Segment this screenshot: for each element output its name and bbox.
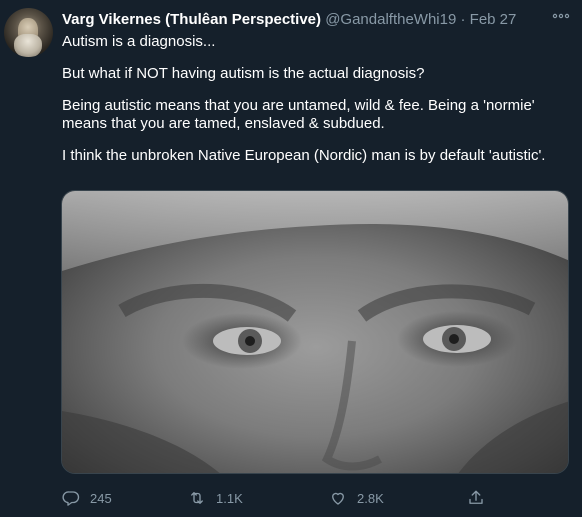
- tweet-photo[interactable]: [61, 190, 569, 474]
- handle[interactable]: @GandalftheWhi19: [325, 11, 456, 28]
- photo-face-closeup: [62, 191, 568, 473]
- tweet-paragraph: Being autistic means that you are untame…: [62, 97, 535, 132]
- heart-icon: [332, 492, 344, 505]
- tweet-text: Autism is a diagnosis... But what if NOT…: [62, 33, 567, 179]
- tweet-paragraph: But what if NOT having autism is the act…: [62, 65, 425, 82]
- avatar-beard: [14, 34, 42, 57]
- more-icon[interactable]: [552, 10, 570, 22]
- tweet[interactable]: Varg Vikernes (Thulêan Perspective) @Gan…: [0, 0, 582, 517]
- reply-count: 245: [90, 490, 112, 506]
- tweet-date[interactable]: Feb 27: [470, 11, 517, 28]
- share-icon: [469, 490, 483, 504]
- retweet-button[interactable]: 1.1K: [188, 487, 243, 509]
- share-button[interactable]: [467, 487, 495, 509]
- display-name[interactable]: Varg Vikernes (Thulêan Perspective): [62, 11, 321, 28]
- avatar[interactable]: [4, 8, 53, 57]
- separator: ·: [460, 11, 466, 28]
- reply-icon: [62, 491, 80, 506]
- retweet-count: 1.1K: [216, 490, 243, 506]
- tweet-paragraph: I think the unbroken Native European (No…: [62, 147, 546, 164]
- like-count: 2.8K: [357, 490, 384, 506]
- tweet-actions: 245 1.1K 2.8K: [62, 487, 502, 509]
- like-button[interactable]: 2.8K: [329, 487, 384, 509]
- retweet-icon: [191, 492, 203, 504]
- tweet-header: Varg Vikernes (Thulêan Perspective) @Gan…: [62, 11, 516, 29]
- tweet-paragraph: Autism is a diagnosis...: [62, 33, 216, 50]
- reply-button[interactable]: 245: [62, 487, 112, 509]
